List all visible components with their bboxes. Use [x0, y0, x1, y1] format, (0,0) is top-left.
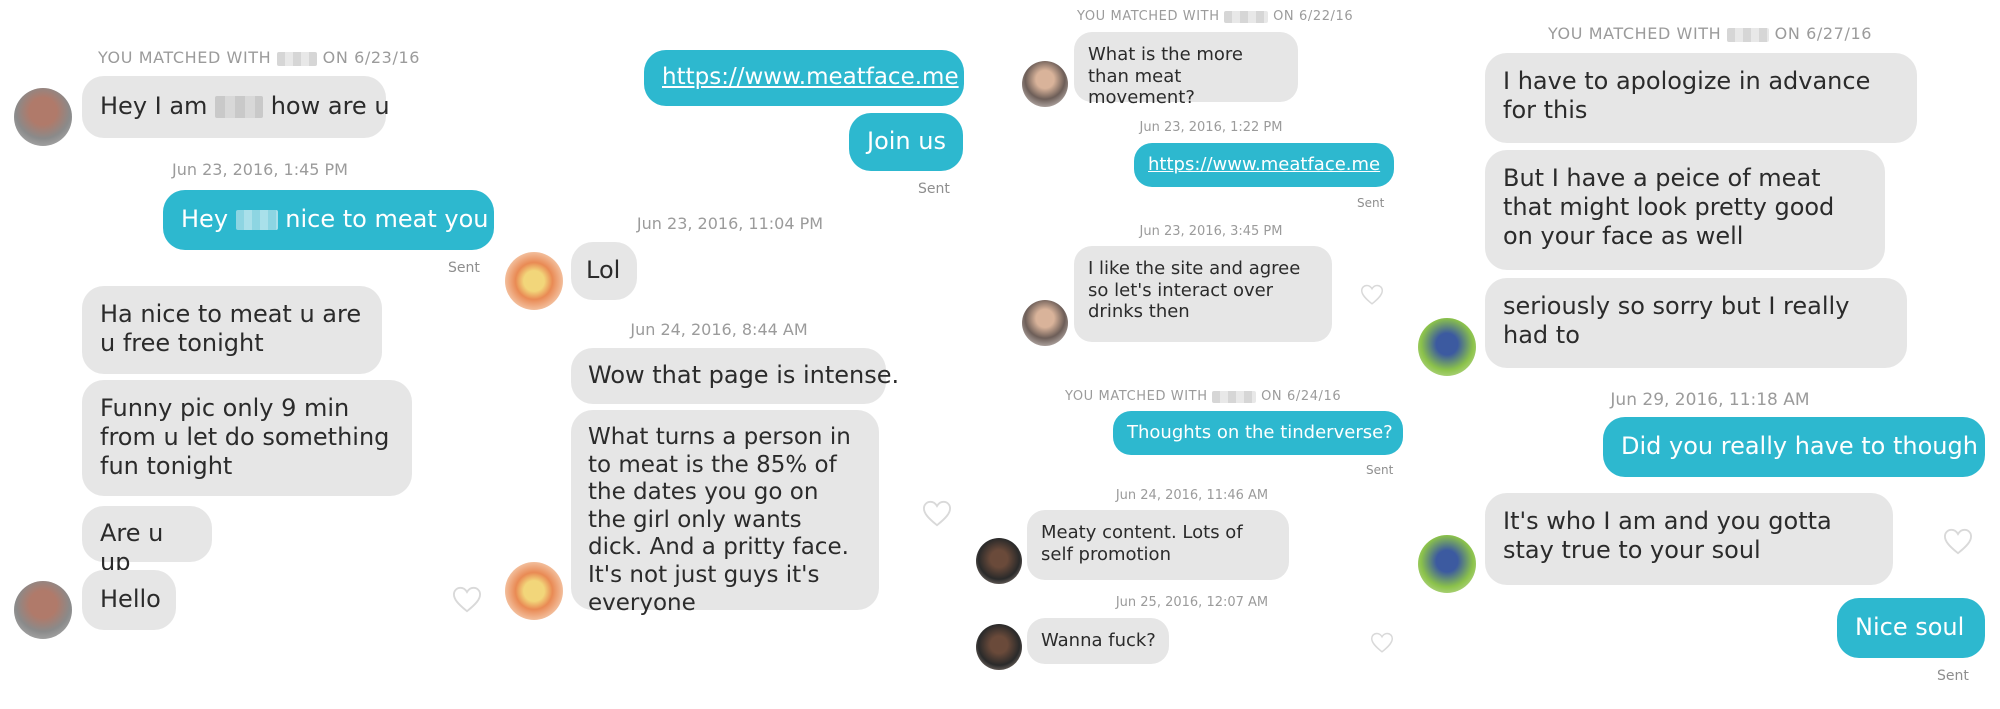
avatar[interactable] — [14, 88, 72, 146]
redacted-name — [235, 210, 278, 230]
sent-status: Sent — [1366, 463, 1394, 477]
message-text: Nice soul — [1855, 613, 1965, 641]
outgoing-message: Hey nice to meat you — [163, 190, 494, 250]
heart-icon[interactable] — [922, 500, 952, 528]
incoming-message: I like the site and agree so let's inter… — [1074, 246, 1332, 342]
incoming-message: What turns a person in to meat is the 85… — [571, 410, 879, 616]
match-label: YOU MATCHED WITH — [1077, 9, 1220, 24]
outgoing-message: Nice soul — [1837, 598, 1985, 658]
match-date: ON 6/27/16 — [1774, 24, 1872, 43]
incoming-message: seriously so sorry but I really had to — [1485, 278, 1907, 368]
message-text: nice to meat you — [285, 205, 489, 233]
incoming-message: Ha nice to meat u are u free tonight — [82, 286, 382, 374]
message-text: I have to apologize in advance for this — [1503, 67, 1871, 124]
message-text: Join us — [867, 127, 946, 155]
incoming-message: Hello — [82, 570, 176, 630]
timestamp: Jun 24, 2016, 8:44 AM — [630, 320, 808, 339]
avatar[interactable] — [1418, 318, 1476, 376]
timestamp: Jun 23, 2016, 1:22 PM — [1139, 120, 1283, 135]
message-text: Wow that page is intense. — [588, 361, 900, 389]
message-text: Are u up — [100, 519, 164, 576]
heart-icon[interactable] — [1943, 528, 1973, 556]
match-header: YOU MATCHED WITH ON 6/27/16 — [1548, 24, 1872, 43]
match-date: ON 6/23/16 — [322, 48, 420, 67]
timestamp: Jun 29, 2016, 11:18 AM — [1610, 390, 1810, 410]
sent-status: Sent — [448, 260, 480, 276]
incoming-message: Funny pic only 9 min from u let do somet… — [82, 380, 412, 496]
message-text: Lol — [586, 256, 621, 284]
redacted-name — [1224, 10, 1269, 23]
incoming-message: Meaty content. Lots of self promotion — [1027, 510, 1289, 580]
incoming-message: Hey I am how are u — [82, 76, 390, 138]
message-text: It's who I am and you gotta stay true to… — [1503, 507, 1832, 564]
message-text: how are u — [270, 92, 390, 120]
match-header: YOU MATCHED WITH ON 6/23/16 — [98, 48, 420, 67]
avatar[interactable] — [505, 252, 563, 310]
redacted-name — [276, 51, 317, 66]
redacted-name — [215, 96, 264, 118]
message-text: Hey I am — [100, 92, 208, 120]
incoming-message: It's who I am and you gotta stay true to… — [1485, 493, 1893, 585]
message-text: Hey — [181, 205, 229, 233]
incoming-message: But I have a peice of meat that might lo… — [1485, 150, 1885, 270]
redacted-name — [1726, 27, 1769, 42]
message-text: Ha nice to meat u are u free tonight — [100, 300, 362, 357]
avatar[interactable] — [976, 624, 1022, 670]
link-message[interactable]: https://www.meatface.me — [1134, 143, 1394, 187]
heart-icon[interactable] — [1370, 632, 1394, 654]
incoming-message: Wanna fuck? — [1027, 618, 1169, 664]
match-label: YOU MATCHED WITH — [1548, 24, 1722, 43]
message-text: Funny pic only 9 min from u let do somet… — [100, 394, 390, 480]
link-text[interactable]: https://www.meatface.me — [662, 64, 959, 90]
avatar[interactable] — [976, 538, 1022, 584]
sent-status: Sent — [1937, 668, 1969, 684]
timestamp: Jun 23, 2016, 1:45 PM — [172, 160, 348, 179]
match-header: YOU MATCHED WITH ON 6/24/16 — [1065, 389, 1341, 404]
heart-icon[interactable] — [452, 586, 482, 614]
message-text: I like the site and agree so let's inter… — [1088, 258, 1301, 323]
match-date: ON 6/24/16 — [1261, 389, 1342, 404]
avatar[interactable] — [1022, 61, 1068, 107]
timestamp: Jun 25, 2016, 12:07 AM — [1115, 595, 1269, 610]
message-text: What is the more than meat movement? — [1088, 44, 1244, 109]
timestamp: Jun 24, 2016, 11:46 AM — [1115, 488, 1269, 503]
message-text: Did you really have to though — [1621, 432, 1978, 460]
message-text: Thoughts on the tinderverse? — [1127, 422, 1393, 443]
message-text: But I have a peice of meat that might lo… — [1503, 164, 1835, 250]
match-header: YOU MATCHED WITH ON 6/22/16 — [1077, 9, 1353, 24]
sent-status: Sent — [1357, 196, 1385, 210]
link-text[interactable]: https://www.meatface.me — [1148, 154, 1380, 175]
message-text: Wanna fuck? — [1041, 630, 1156, 651]
avatar[interactable] — [1418, 535, 1476, 593]
avatar[interactable] — [505, 562, 563, 620]
message-text: Hello — [100, 585, 161, 613]
incoming-message: Are u up — [82, 506, 212, 576]
outgoing-message: Did you really have to though — [1603, 417, 1985, 477]
timestamp: Jun 23, 2016, 11:04 PM — [636, 214, 824, 233]
link-message[interactable]: https://www.meatface.me — [644, 50, 964, 106]
incoming-message: I have to apologize in advance for this — [1485, 53, 1917, 143]
incoming-message: What is the more than meat movement? — [1074, 32, 1298, 108]
outgoing-message: Join us — [849, 113, 963, 171]
match-label: YOU MATCHED WITH — [98, 48, 272, 67]
avatar[interactable] — [1022, 300, 1068, 346]
incoming-message: Lol — [571, 242, 637, 300]
message-text: seriously so sorry but I really had to — [1503, 292, 1850, 349]
heart-icon[interactable] — [1360, 284, 1384, 306]
message-text: Meaty content. Lots of self promotion — [1041, 522, 1243, 565]
match-label: YOU MATCHED WITH — [1065, 389, 1208, 404]
timestamp: Jun 23, 2016, 3:45 PM — [1139, 224, 1283, 239]
redacted-name — [1212, 390, 1257, 403]
incoming-message: Wow that page is intense. — [571, 348, 899, 404]
message-text: What turns a person in to meat is the 85… — [588, 424, 851, 616]
avatar[interactable] — [14, 581, 72, 639]
sent-status: Sent — [918, 181, 950, 197]
match-date: ON 6/22/16 — [1273, 9, 1354, 24]
outgoing-message: Thoughts on the tinderverse? — [1113, 411, 1403, 455]
